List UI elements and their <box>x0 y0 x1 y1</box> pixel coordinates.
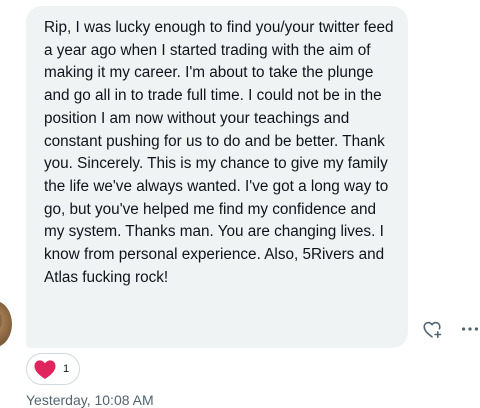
message-text: Rip, I was lucky enough to find you/your… <box>44 19 394 286</box>
message-timestamp: Yesterday, 10:08 AM <box>26 392 154 408</box>
heart-plus-icon <box>423 321 442 339</box>
heart-icon <box>34 360 56 379</box>
more-horizontal-icon <box>461 327 479 331</box>
sender-avatar[interactable] <box>0 301 12 347</box>
reaction-count: 1 <box>63 363 70 375</box>
message-bubble: Rip, I was lucky enough to find you/your… <box>26 6 408 348</box>
reaction-badge[interactable]: 1 <box>26 353 80 385</box>
more-options-button[interactable] <box>458 317 480 341</box>
add-reaction-button[interactable] <box>420 317 444 341</box>
